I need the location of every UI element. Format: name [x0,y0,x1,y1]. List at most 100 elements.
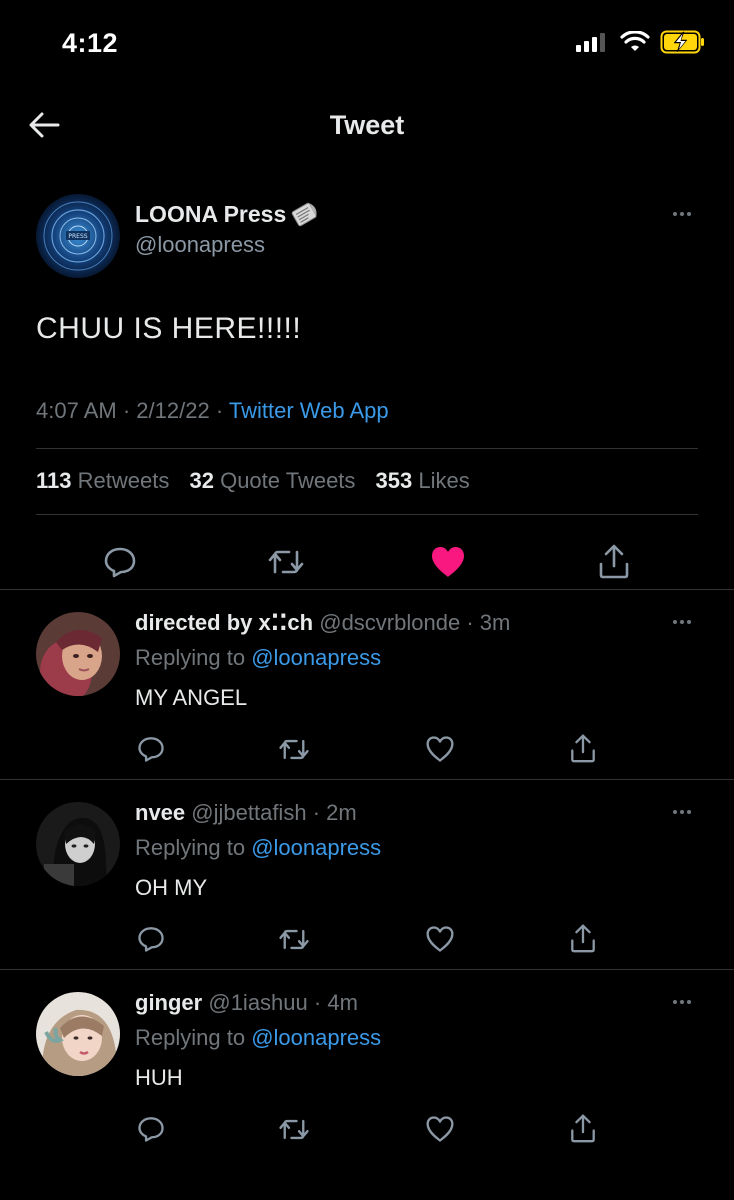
cellular-signal-icon [576,33,605,52]
avatar-photo [36,802,120,886]
reply-author-handle[interactable]: @dscvrblonde [319,610,460,635]
reply-button[interactable] [134,732,168,766]
heart-icon [426,736,454,762]
reply-icon [138,927,164,952]
heart-icon [426,926,454,952]
reply-author-handle[interactable]: @jjbettafish [191,800,306,825]
reply-tweet[interactable]: directed by x⁚⁚ch @dscvrblonde · 3m Repl… [0,590,734,780]
author-name[interactable]: LOONA Press [135,200,320,228]
battery-charging-icon [660,30,704,54]
like-button[interactable] [423,922,457,956]
meta-separator: · [466,610,474,635]
likes-count: 353 [375,468,413,493]
tweet-actions [0,532,734,590]
reply-tweet[interactable]: ginger @1iashuu · 4m Replying to @loonap… [0,970,734,1160]
reply-text: HUH [135,1065,183,1090]
author-name-text: LOONA Press [135,200,287,227]
reply-header: directed by x⁚⁚ch @dscvrblonde · 3m [135,610,510,636]
retweets-stat[interactable]: 113 Retweets [36,468,169,493]
page-title: Tweet [329,110,405,140]
retweet-icon [279,739,309,759]
reply-button[interactable] [100,542,140,582]
reply-header: ginger @1iashuu · 4m [135,990,358,1016]
replying-to-mention[interactable]: @loonapress [251,645,381,670]
replying-to-label: Replying to [135,835,246,860]
retweet-icon [268,550,304,574]
loona-press-logo: PRESS [36,194,120,278]
wifi-icon [620,31,650,51]
like-button[interactable] [423,732,457,766]
avatar[interactable] [36,612,120,696]
quote-tweets-stat[interactable]: 32 Quote Tweets [189,468,355,493]
retweets-label: Retweets [77,468,170,493]
status-time: 4:12 [62,28,119,58]
meta-separator: · [312,800,321,825]
share-icon [571,734,595,763]
reply-icon [138,1117,164,1142]
newspaper-emoji-icon [291,202,317,227]
retweet-button[interactable] [276,1112,312,1146]
reply-actions [0,920,734,960]
like-button[interactable] [428,542,468,582]
more-options-icon[interactable] [662,802,702,822]
share-icon [599,544,629,579]
share-button[interactable] [566,730,600,766]
reply-author-name[interactable]: directed by x⁚⁚ch [135,610,313,635]
replying-to-label: Replying to [135,1025,246,1050]
replying-to-label: Replying to [135,645,246,670]
retweet-icon [279,929,309,949]
replying-to: Replying to @loonapress [135,835,381,861]
avatar[interactable] [36,992,120,1076]
reply-time: 4m [327,990,358,1015]
replying-to-mention[interactable]: @loonapress [251,835,381,860]
reply-text: MY ANGEL [135,685,248,710]
quote-tweets-count: 32 [189,468,214,493]
reply-time: 2m [326,800,357,825]
divider [36,514,698,515]
reply-author-name[interactable]: ginger [135,990,202,1015]
more-options-icon[interactable] [662,612,702,632]
reply-button[interactable] [134,1112,168,1146]
retweet-button[interactable] [264,542,308,582]
share-button[interactable] [594,540,634,582]
tweet-source-link[interactable]: Twitter Web App [229,398,389,423]
tweet-date: 2/12/22 [136,398,210,423]
tweet-time: 4:07 AM [36,398,117,423]
divider [36,448,698,449]
like-button[interactable] [423,1112,457,1146]
reply-icon [138,737,164,762]
reply-text: OH MY [135,875,208,900]
avatar-photo [36,992,120,1076]
reply-actions [0,1110,734,1150]
status-icons [576,30,706,54]
author-avatar[interactable]: PRESS [36,194,120,278]
author-handle[interactable]: @loonapress [135,232,265,258]
avatar-photo [36,612,120,696]
more-options-icon[interactable] [662,992,702,1012]
nav-bar: Tweet [0,92,734,158]
reply-icon [104,547,136,578]
share-icon [571,924,595,953]
retweet-button[interactable] [276,922,312,956]
tweet-text: CHUU IS HERE!!!!! [36,312,302,345]
more-options-icon[interactable] [662,204,702,224]
meta-separator: · [313,990,322,1015]
meta-separator: · [122,398,131,423]
share-button[interactable] [566,1110,600,1146]
avatar[interactable] [36,802,120,886]
meta-separator: · [215,398,224,423]
reply-author-name[interactable]: nvee [135,800,185,825]
retweet-button[interactable] [276,732,312,766]
replying-to: Replying to @loonapress [135,1025,381,1051]
likes-stat[interactable]: 353 Likes [376,468,470,493]
reply-author-handle[interactable]: @1iashuu [208,990,307,1015]
reply-tweet[interactable]: nvee @jjbettafish · 2m Replying to @loon… [0,780,734,970]
reply-button[interactable] [134,922,168,956]
svg-text:PRESS: PRESS [68,233,87,240]
replying-to: Replying to @loonapress [135,645,381,671]
retweet-icon [279,1119,309,1139]
reply-actions [0,730,734,770]
replying-to-mention[interactable]: @loonapress [251,1025,381,1050]
reply-time: 3m [479,610,511,635]
share-button[interactable] [566,920,600,956]
